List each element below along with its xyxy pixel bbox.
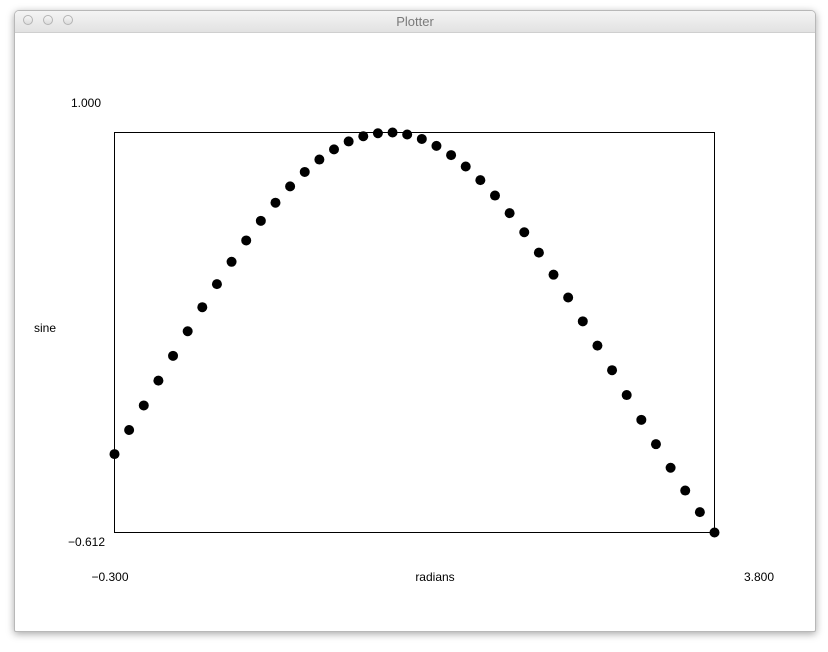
data-point [431, 140, 442, 151]
data-point [504, 208, 515, 219]
data-point [329, 144, 340, 155]
data-point [460, 161, 471, 172]
data-point [109, 449, 120, 460]
data-point [241, 235, 252, 246]
data-point [563, 292, 574, 303]
data-point [153, 375, 164, 386]
data-point [650, 439, 661, 450]
data-point [124, 425, 135, 436]
data-point [592, 340, 603, 351]
data-point [475, 175, 486, 186]
data-point [416, 133, 427, 144]
data-point [182, 326, 193, 337]
plot-area-frame [114, 132, 715, 533]
data-point [636, 414, 647, 425]
data-point [709, 527, 720, 538]
y-axis-max-label: 1.000 [71, 96, 101, 110]
data-point [168, 350, 179, 361]
data-point [299, 166, 310, 177]
data-point [607, 365, 618, 376]
data-point [519, 227, 530, 238]
data-point [285, 181, 296, 192]
data-point [548, 269, 559, 280]
scatter-plot: 1.000 −0.612 sine −0.300 3.800 radians [34, 96, 774, 584]
data-point [372, 128, 383, 139]
data-point [489, 190, 500, 201]
data-point [694, 507, 705, 518]
y-axis-min-label: −0.612 [68, 535, 105, 549]
y-axis-title: sine [34, 321, 56, 335]
data-point [138, 400, 149, 411]
data-point [680, 485, 691, 496]
data-point [211, 279, 222, 290]
data-point [402, 129, 413, 140]
x-axis-max-label: 3.800 [744, 570, 774, 584]
data-point [226, 256, 237, 267]
x-axis-title: radians [415, 570, 454, 584]
data-point [270, 197, 281, 208]
x-axis-min-label: −0.300 [91, 570, 128, 584]
data-point [577, 316, 588, 327]
data-point [314, 154, 325, 165]
data-point [446, 150, 457, 161]
data-points [109, 127, 720, 538]
data-point [358, 131, 369, 142]
data-point [533, 247, 544, 258]
data-point [197, 302, 208, 313]
data-point [255, 215, 266, 226]
data-point [621, 390, 632, 401]
data-point [665, 462, 676, 473]
data-point [343, 136, 354, 147]
data-point [387, 127, 398, 138]
